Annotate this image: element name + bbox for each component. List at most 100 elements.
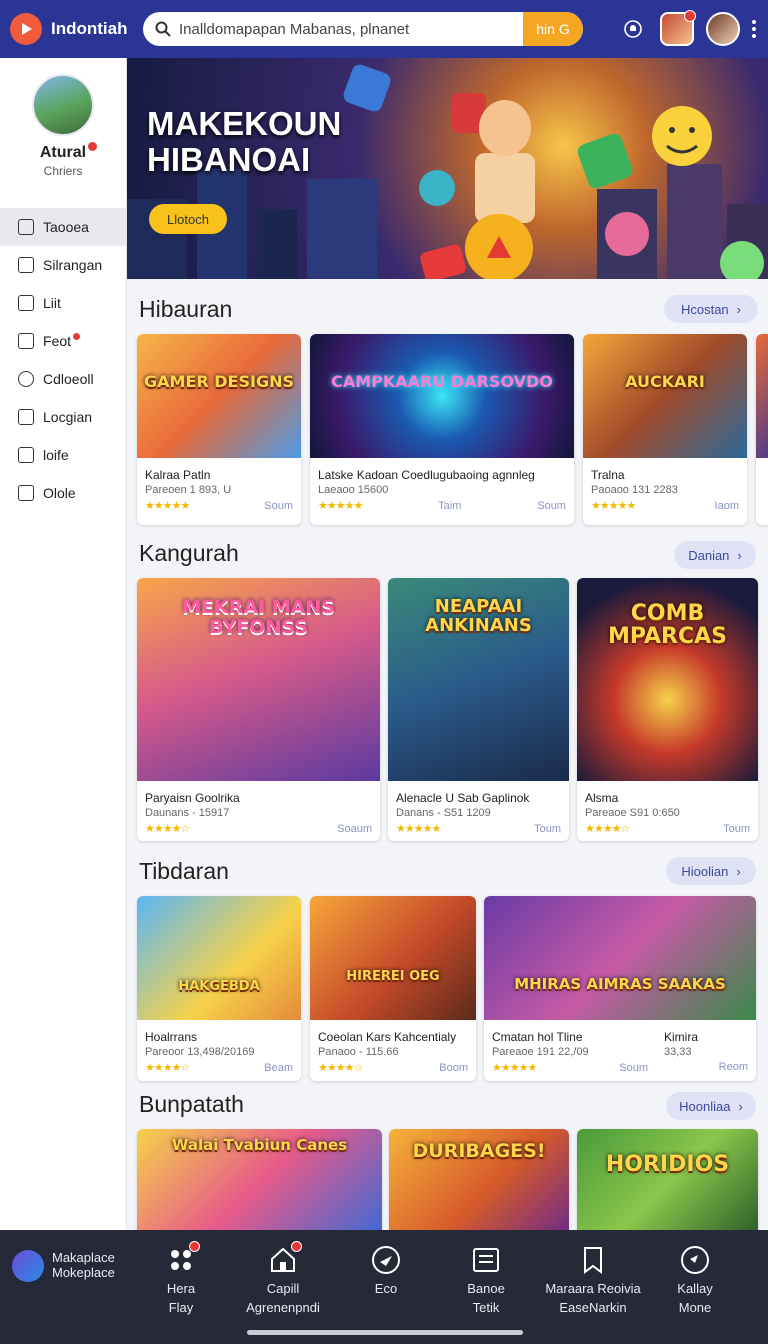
notification-avatar[interactable] (660, 10, 696, 46)
card-action-link[interactable]: Toum (534, 823, 561, 835)
bottom-brand[interactable]: Makaplace Mokeplace (12, 1250, 115, 1282)
rating-stars: ★★★★☆ (585, 823, 630, 835)
sidebar-item-8[interactable]: Olole (0, 474, 126, 512)
chevron-right-icon: › (737, 547, 742, 563)
card-action-link-2[interactable]: Soum (537, 500, 566, 512)
search-bar[interactable]: hin G (143, 12, 583, 46)
rating-stars: ★★★★★ (396, 823, 441, 835)
bookmark-icon (18, 257, 34, 273)
app-logo-icon[interactable] (10, 13, 42, 45)
search-input[interactable] (171, 20, 523, 38)
game-title: Cmatan hol Tline (492, 1030, 583, 1044)
game-meta: Panaoo - 115.66 (318, 1046, 399, 1058)
game-card[interactable]: HAKGEBDA Hoalrrans Pareoor 13,498/20169 … (137, 896, 301, 1081)
section-1-more-button[interactable]: Hcostan › (664, 295, 758, 323)
sidebar-item-4[interactable]: Feot (0, 322, 126, 360)
game-card[interactable]: CAMPKAARU DARSOVDO Latske Kadoan Coedlug… (310, 334, 574, 525)
thumbnail-caption: NEAPAAI ANKINANS (425, 596, 532, 637)
section-title-3: Tibdaran (139, 858, 229, 884)
nav-item-bank[interactable]: Banoe Tetik (460, 1244, 512, 1318)
game-card-partial[interactable] (756, 334, 768, 525)
more-button-label: Hcostan (680, 301, 729, 317)
search-button[interactable]: hin G (523, 12, 583, 46)
section-2-more-button[interactable]: Danian › (674, 541, 756, 569)
game-card[interactable]: MEKRAI MANS BYFONSS Paryaisn Goolrika Da… (137, 578, 380, 841)
sidebar-item-5[interactable]: Cdloeoll (0, 360, 126, 398)
game-card[interactable]: NEAPAAI ANKINANS Alenacle U Sab Gaplinok… (388, 578, 569, 841)
section-4-more-button[interactable]: Hoonliaa › (666, 1092, 756, 1120)
card-action-link[interactable]: Iaom (715, 500, 739, 512)
more-button-label: Hoonliaa (679, 1098, 731, 1114)
thumbnail-caption: Walai Tvabiun Canes (171, 1135, 348, 1154)
home-indicator[interactable] (247, 1330, 523, 1335)
section-title-4: Bunpatath (139, 1091, 244, 1117)
card-action-link[interactable]: Taim (438, 500, 461, 512)
profile-badge (87, 141, 99, 152)
thumbnail-caption: HORIDIOS (605, 1152, 730, 1178)
thumbnail-caption: MEKRAI MANS BYFONSS (182, 596, 335, 639)
nav-badge (189, 1241, 200, 1252)
bell-icon[interactable] (618, 14, 648, 44)
game-card[interactable]: HIREREI OEG Coeolan Kars Kahcentialy Pan… (310, 896, 476, 1081)
sidebar-item-6[interactable]: Locgian (0, 398, 126, 436)
game-card[interactable]: HORIDIOS (577, 1129, 758, 1230)
more-button-label: Danian (688, 547, 730, 563)
game-meta: Laeaoo 15600 (318, 484, 389, 496)
nav-label-2: Flay (168, 1299, 194, 1315)
game-meta: Danans - S51 1209 (396, 807, 491, 819)
card-action-link[interactable]: Toum (723, 823, 750, 835)
card-action-link[interactable]: Soum (619, 1062, 648, 1074)
hero-title: MAKEKOUN HIBANOAI (147, 105, 342, 178)
game-card[interactable]: MHIRAS AIMRAS SAAKAS Cmatan hol Tline Pa… (484, 896, 756, 1081)
profile-subtitle: Chriers (43, 164, 83, 178)
card-action-link[interactable]: Soaum (337, 823, 372, 835)
grid-dots-icon (165, 1241, 200, 1276)
nav-label: Hera (166, 1281, 196, 1296)
nav-item-review[interactable]: Maraara Reoivia EaseNarkin (538, 1244, 648, 1318)
game-thumbnail: NEAPAAI ANKINANS (388, 578, 569, 781)
thumbnail-caption: MHIRAS AIMRAS SAAKAS (514, 974, 726, 993)
game-card[interactable]: COMB MPARCAS Alsma Pareaoe S91 0:650 ★★★… (577, 578, 758, 841)
chevron-right-icon: › (736, 863, 741, 879)
game-thumbnail (756, 334, 768, 458)
game-thumbnail: Walai Tvabiun Canes (137, 1129, 382, 1230)
thumbnail-caption: HAKGEBDA (178, 979, 260, 995)
game-card[interactable]: DURIBAGES! (389, 1129, 569, 1230)
card-action-link[interactable]: Boom (439, 1062, 468, 1074)
nav-item-play[interactable]: Hera Flay (155, 1241, 207, 1318)
game-title: Tralna (591, 468, 625, 482)
sidebar-item-2[interactable]: Silrangan (0, 246, 126, 284)
game-thumbnail: COMB MPARCAS (577, 578, 758, 781)
chevron-right-icon: › (736, 301, 742, 317)
thumbnail-caption: COMB MPARCAS (608, 601, 727, 650)
section-3-more-button[interactable]: Hioolian › (666, 857, 756, 885)
hero-banner[interactable]: MAKEKOUN HIBANOAI Llotoch (127, 58, 768, 279)
nav-item-eco[interactable]: Eco (364, 1244, 408, 1299)
sidebar-item-3[interactable]: Liit (0, 284, 126, 322)
game-card[interactable]: AUCKARI Tralna Paoaoo 131 2283 ★★★★★ Iaom (583, 334, 747, 525)
game-card[interactable]: GAMER DESIGNS Kalraa Patln Pareoen 1 893… (137, 334, 301, 525)
game-title: Coeolan Kars Kahcentialy (318, 1030, 457, 1044)
game-meta: Daunans - 15917 (145, 807, 230, 819)
card-action-link-2[interactable]: Reom (719, 1061, 748, 1073)
thumbnail-caption: GAMER DESIGNS (144, 371, 294, 391)
profile-avatar[interactable] (32, 74, 94, 136)
user-avatar[interactable] (706, 12, 740, 46)
profile-block[interactable]: Atural Chriers (0, 58, 126, 208)
hero-cta-button[interactable]: Llotoch (149, 204, 227, 234)
more-vertical-icon[interactable] (752, 20, 758, 38)
card-action-link[interactable]: Soum (264, 500, 293, 512)
game-card[interactable]: Walai Tvabiun Canes (137, 1129, 382, 1230)
game-title-2: Kimira (664, 1030, 699, 1044)
sidebar-item-label: Locgian (43, 409, 93, 425)
rating-stars: ★★★★★ (591, 500, 636, 512)
card-action-link[interactable]: Beam (264, 1062, 293, 1074)
document-icon (470, 1244, 502, 1276)
section-title-2: Kangurah (139, 540, 239, 566)
sidebar-item-1[interactable]: Taooea (0, 208, 126, 246)
nav-item-capital[interactable]: Capill Agrenenpndi (240, 1241, 326, 1318)
main-content: MAKEKOUN HIBANOAI Llotoch Hibauran Hcost… (127, 58, 768, 1230)
sidebar-item-label: Taooea (43, 219, 89, 235)
nav-item-more[interactable]: Kallay Mone (672, 1244, 718, 1318)
sidebar-item-7[interactable]: loife (0, 436, 126, 474)
